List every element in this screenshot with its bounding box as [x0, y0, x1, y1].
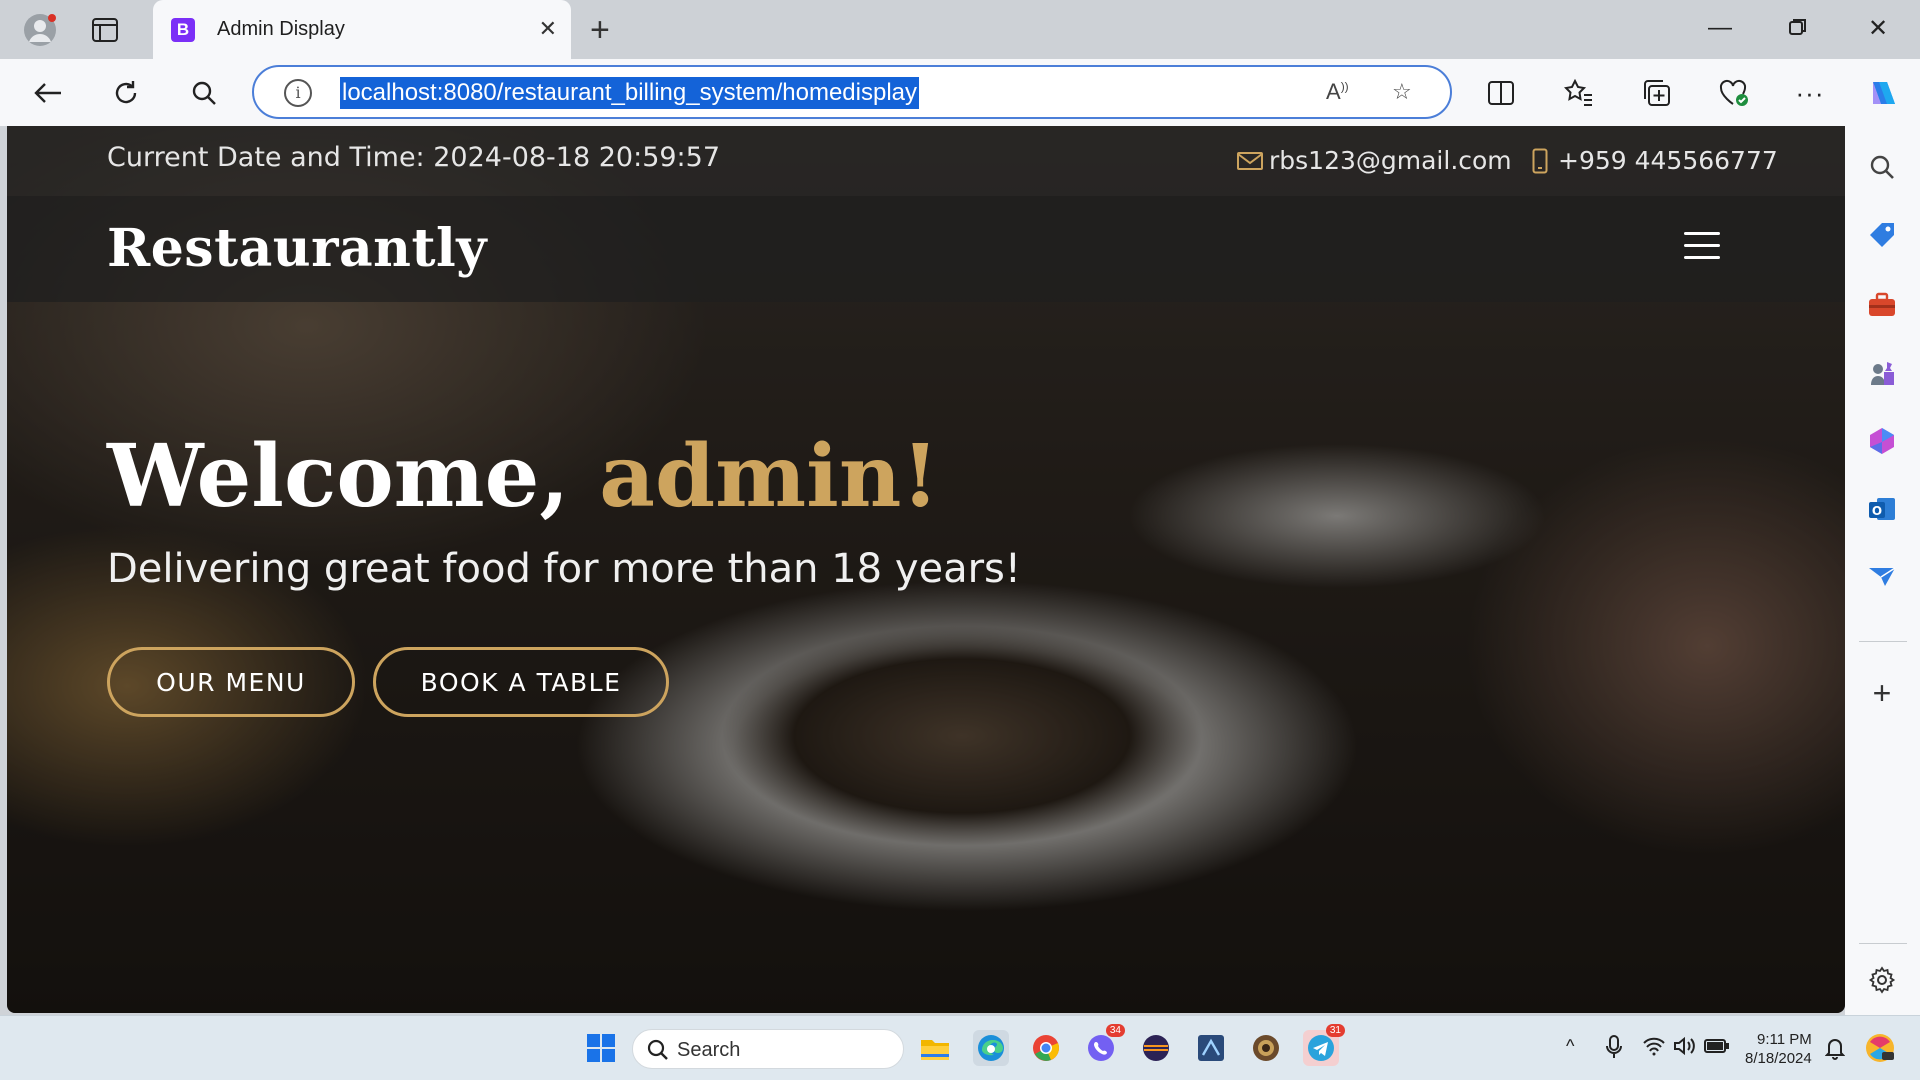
- add-sidebar-app-icon[interactable]: +: [1863, 674, 1901, 712]
- taskbar-search-icon: [647, 1039, 668, 1060]
- clock-date: 8/18/2024: [1745, 1050, 1812, 1067]
- new-tab-icon[interactable]: +: [590, 12, 610, 48]
- shopping-tag-icon[interactable]: [1863, 216, 1901, 254]
- phone-icon: [1532, 148, 1548, 173]
- taskbar-clock[interactable]: 9:11 PM 8/18/2024: [1745, 1030, 1812, 1068]
- sidebar-settings-gear-icon[interactable]: [1863, 961, 1901, 999]
- contact-email[interactable]: rbs123@gmail.com: [1237, 146, 1512, 175]
- microphone-icon[interactable]: [1605, 1034, 1623, 1065]
- site-navbar: Restaurantly: [7, 196, 1845, 302]
- tab-title: Admin Display: [217, 18, 345, 40]
- top-info-bar: Current Date and Time: 2024-08-18 20:59:…: [7, 126, 1845, 196]
- split-screen-icon[interactable]: [1481, 73, 1521, 113]
- browser-essentials-icon[interactable]: [1714, 73, 1754, 113]
- eclipse-icon[interactable]: [1138, 1030, 1174, 1066]
- close-window-icon[interactable]: ✕: [1868, 14, 1888, 43]
- wifi-icon[interactable]: [1642, 1036, 1666, 1061]
- games-chess-icon[interactable]: [1863, 354, 1901, 392]
- favorite-star-icon[interactable]: ☆: [1392, 79, 1412, 105]
- windows-taskbar: Search 34 31 ^ 9:11 PM 8/18/2024: [0, 1015, 1920, 1080]
- telegram-icon[interactable]: 31: [1303, 1024, 1345, 1066]
- viber-notification-badge: 34: [1105, 1024, 1125, 1037]
- collections-icon[interactable]: [1637, 73, 1677, 113]
- envelope-icon: [1237, 151, 1263, 170]
- bootstrap-favicon-icon: B: [171, 18, 195, 42]
- volume-icon[interactable]: [1673, 1036, 1697, 1061]
- tab-strip: B Admin Display ✕ + — ✕: [0, 0, 1920, 59]
- taskbar-search-input[interactable]: Search: [632, 1029, 904, 1069]
- clock-time: 9:11 PM: [1756, 1031, 1812, 1048]
- current-datetime: Current Date and Time: 2024-08-18 20:59:…: [107, 142, 720, 173]
- sidebar-search-icon[interactable]: [1863, 148, 1901, 186]
- sidebar-divider-bottom: [1859, 943, 1907, 944]
- windows-start-icon[interactable]: [583, 1030, 619, 1066]
- edge-sidebar: O +: [1845, 126, 1920, 1015]
- welcome-username: admin!: [599, 426, 940, 527]
- welcome-heading: Welcome, admin!: [107, 426, 939, 527]
- read-aloud-icon[interactable]: A)): [1326, 79, 1349, 105]
- battery-icon[interactable]: [1704, 1037, 1730, 1060]
- profile-avatar[interactable]: [20, 10, 60, 50]
- copilot-icon[interactable]: [1864, 73, 1904, 113]
- more-options-icon[interactable]: ···: [1790, 73, 1830, 113]
- copilot-preview-icon[interactable]: [1864, 1032, 1896, 1069]
- book-a-table-button[interactable]: BOOK A TABLE: [373, 647, 669, 717]
- show-hidden-icons-chevron-icon[interactable]: ^: [1566, 1036, 1574, 1057]
- restore-icon[interactable]: [1788, 16, 1808, 44]
- contact-phone[interactable]: +959 445566777: [1532, 146, 1778, 175]
- sidebar-divider: [1859, 641, 1907, 642]
- drop-send-icon[interactable]: [1863, 558, 1901, 596]
- hamburger-menu-icon[interactable]: [1684, 232, 1720, 262]
- email-text: rbs123@gmail.com: [1269, 146, 1512, 175]
- search-icon[interactable]: [184, 73, 224, 113]
- url-text[interactable]: localhost:8080/restaurant_billing_system…: [340, 77, 919, 109]
- reload-icon[interactable]: [106, 73, 146, 113]
- viber-icon[interactable]: 34: [1083, 1024, 1125, 1066]
- microsoft-365-icon[interactable]: [1863, 422, 1901, 460]
- chrome-icon[interactable]: [1028, 1030, 1064, 1066]
- back-icon[interactable]: [28, 73, 68, 113]
- phone-text: +959 445566777: [1558, 146, 1778, 175]
- welcome-prefix: Welcome,: [107, 426, 570, 527]
- close-tab-icon[interactable]: ✕: [539, 16, 557, 42]
- tab-admin-display[interactable]: B Admin Display ✕: [153, 0, 571, 59]
- minimize-icon[interactable]: —: [1708, 14, 1732, 42]
- hero-tagline: Delivering great food for more than 18 y…: [107, 546, 1021, 592]
- tools-briefcase-icon[interactable]: [1863, 286, 1901, 324]
- our-menu-button[interactable]: OUR MENU: [107, 647, 355, 717]
- taskbar-search-label: Search: [677, 1039, 741, 1061]
- site-logo[interactable]: Restaurantly: [107, 218, 487, 279]
- tab-actions-icon[interactable]: [85, 10, 125, 50]
- favorites-icon[interactable]: [1559, 73, 1599, 113]
- svg-text:O: O: [1872, 504, 1882, 518]
- app-badge-icon[interactable]: [1248, 1030, 1284, 1066]
- outlook-icon[interactable]: O: [1863, 490, 1901, 528]
- edge-browser-icon[interactable]: [973, 1030, 1009, 1066]
- site-info-icon[interactable]: i: [284, 79, 312, 107]
- dev-tool-icon[interactable]: [1193, 1030, 1229, 1066]
- address-bar[interactable]: i localhost:8080/restaurant_billing_syst…: [252, 65, 1452, 119]
- file-explorer-icon[interactable]: [917, 1030, 953, 1066]
- browser-toolbar: i localhost:8080/restaurant_billing_syst…: [0, 59, 1920, 126]
- web-page-viewport: Current Date and Time: 2024-08-18 20:59:…: [7, 126, 1845, 1013]
- telegram-notification-badge: 31: [1325, 1024, 1345, 1037]
- notifications-bell-icon[interactable]: [1824, 1036, 1846, 1065]
